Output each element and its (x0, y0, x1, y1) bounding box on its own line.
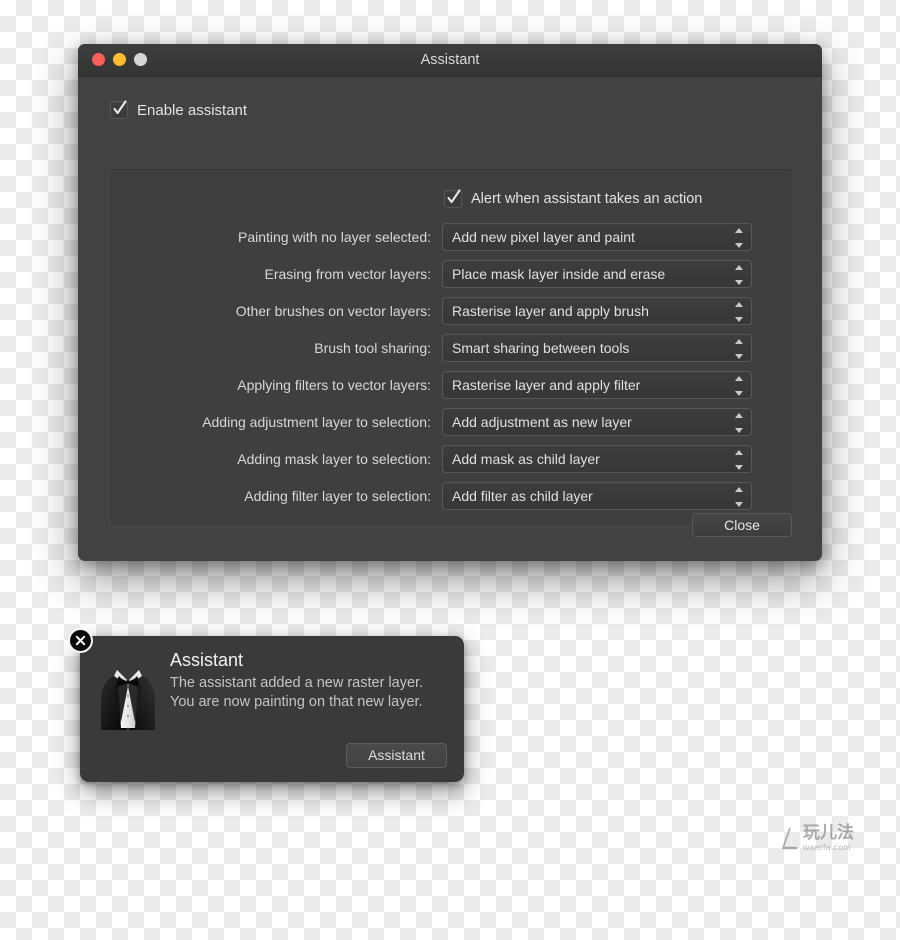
stepper-arrows-icon[interactable] (734, 486, 743, 507)
stepper-arrows-icon[interactable] (734, 301, 743, 322)
other-brushes-vector-select[interactable]: Rasterise layer and apply brush (442, 296, 752, 325)
arrow-down-icon[interactable] (734, 501, 743, 507)
select-value: Add filter as child layer (452, 487, 593, 504)
notification-line-2: You are now painting on that new layer. (170, 694, 423, 710)
watermark: 玩儿法 waerfa.com (780, 818, 872, 852)
minimize-window-button[interactable] (113, 53, 126, 66)
arrow-up-icon[interactable] (734, 449, 743, 455)
setting-label: Painting with no layer selected: (238, 228, 431, 245)
notification-close-button[interactable] (68, 628, 93, 653)
setting-row: Adding adjustment layer to selection: Ad… (109, 403, 793, 440)
tuxedo-icon (97, 662, 159, 734)
close-button[interactable]: Close (692, 513, 792, 537)
setting-row: Erasing from vector layers: Place mask l… (109, 255, 793, 292)
watermark-text: 玩儿法 waerfa.com (803, 824, 854, 852)
notification-text: Assistant The assistant added a new rast… (170, 650, 455, 712)
setting-row: Painting with no layer selected: Add new… (109, 218, 793, 255)
adding-filter-layer-select[interactable]: Add filter as child layer (442, 481, 752, 510)
alert-action-label: Alert when assistant takes an action (471, 191, 703, 207)
adding-mask-layer-select[interactable]: Add mask as child layer (442, 444, 752, 473)
arrow-down-icon[interactable] (734, 353, 743, 359)
applying-filters-vector-select[interactable]: Rasterise layer and apply filter (442, 370, 752, 399)
setting-label: Adding filter layer to selection: (244, 487, 431, 504)
notification-line-1: The assistant added a new raster layer. (170, 675, 424, 691)
select-value: Add mask as child layer (452, 450, 600, 467)
alert-action-checkbox[interactable] (444, 189, 462, 208)
window-title: Assistant (420, 52, 480, 68)
alert-action-row[interactable]: Alert when assistant takes an action (444, 189, 703, 208)
setting-row: Adding mask layer to selection: Add mask… (109, 440, 793, 477)
zoom-window-button[interactable] (134, 53, 147, 66)
notification-title: Assistant (170, 650, 244, 670)
watermark-url: waerfa.com (803, 842, 851, 852)
arrow-up-icon[interactable] (734, 338, 743, 344)
setting-label: Erasing from vector layers: (264, 265, 432, 282)
stepper-arrows-icon[interactable] (734, 227, 743, 248)
window-titlebar[interactable]: Assistant (78, 44, 822, 77)
arrow-down-icon[interactable] (734, 279, 743, 285)
arrow-down-icon[interactable] (734, 427, 743, 433)
arrow-up-icon[interactable] (734, 301, 743, 307)
enable-assistant-row[interactable]: Enable assistant (110, 100, 248, 119)
adding-adjustment-layer-select[interactable]: Add adjustment as new layer (442, 407, 752, 436)
arrow-down-icon[interactable] (734, 242, 743, 248)
select-value: Add new pixel layer and paint (452, 228, 635, 245)
select-value: Smart sharing between tools (452, 339, 630, 356)
select-value: Place mask layer inside and erase (452, 265, 666, 282)
brush-tool-sharing-select[interactable]: Smart sharing between tools (442, 333, 752, 362)
arrow-down-icon[interactable] (734, 464, 743, 470)
window-body: Enable assistant Alert when assistant ta… (78, 77, 822, 561)
setting-row: Applying filters to vector layers: Raste… (109, 366, 793, 403)
setting-row: Adding filter layer to selection: Add fi… (109, 477, 793, 514)
arrow-up-icon[interactable] (734, 412, 743, 418)
enable-assistant-checkbox[interactable] (110, 100, 128, 119)
close-icon (75, 635, 86, 646)
arrow-up-icon[interactable] (734, 375, 743, 381)
notification-action-button[interactable]: Assistant (346, 743, 447, 768)
setting-label: Brush tool sharing: (314, 339, 431, 356)
settings-form: Painting with no layer selected: Add new… (109, 218, 793, 514)
stepper-arrows-icon[interactable] (734, 412, 743, 433)
erasing-vector-select[interactable]: Place mask layer inside and erase (442, 259, 752, 288)
arrow-up-icon[interactable] (734, 486, 743, 492)
arrow-down-icon[interactable] (734, 390, 743, 396)
watermark-logo-icon (782, 827, 798, 850)
select-value: Rasterise layer and apply brush (452, 302, 649, 319)
setting-label: Applying filters to vector layers: (237, 376, 431, 393)
assistant-preferences-window: Assistant Enable assistant Alert when as… (78, 44, 822, 561)
stepper-arrows-icon[interactable] (734, 264, 743, 285)
checkmark-icon (447, 189, 461, 204)
painting-no-layer-select[interactable]: Add new pixel layer and paint (442, 222, 752, 251)
arrow-up-icon[interactable] (734, 227, 743, 233)
assistant-settings-panel: Alert when assistant takes an action Pai… (108, 169, 794, 527)
setting-label: Adding mask layer to selection: (237, 450, 431, 467)
close-window-button[interactable] (92, 53, 105, 66)
setting-label: Adding adjustment layer to selection: (202, 413, 431, 430)
arrow-down-icon[interactable] (734, 316, 743, 322)
watermark-brand: 玩儿法 (803, 823, 854, 843)
enable-assistant-label: Enable assistant (137, 101, 248, 119)
setting-row: Other brushes on vector layers: Rasteris… (109, 292, 793, 329)
assistant-notification: Assistant The assistant added a new rast… (68, 628, 464, 782)
traffic-light-group (92, 53, 147, 66)
arrow-up-icon[interactable] (734, 264, 743, 270)
stepper-arrows-icon[interactable] (734, 375, 743, 396)
select-value: Add adjustment as new layer (452, 413, 632, 430)
setting-label: Other brushes on vector layers: (235, 302, 431, 319)
stepper-arrows-icon[interactable] (734, 449, 743, 470)
select-value: Rasterise layer and apply filter (452, 376, 641, 393)
stepper-arrows-icon[interactable] (734, 338, 743, 359)
setting-row: Brush tool sharing: Smart sharing betwee… (109, 329, 793, 366)
checkmark-icon (113, 100, 127, 115)
